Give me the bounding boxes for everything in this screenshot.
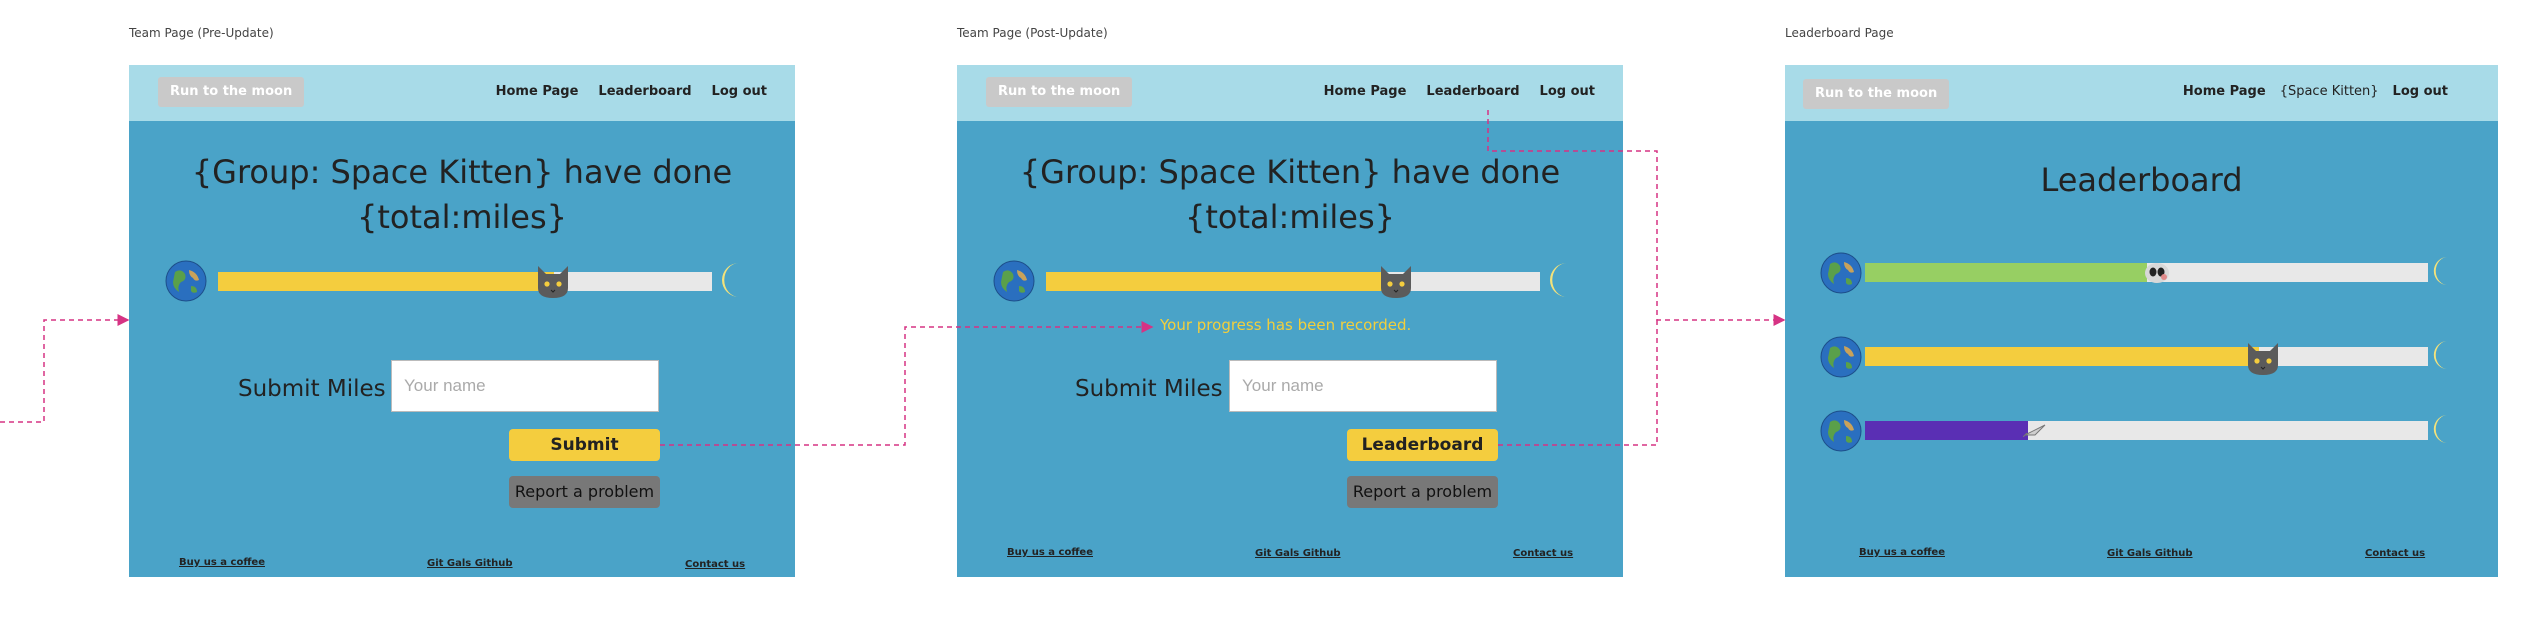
leaderboard-button[interactable]: Leaderboard: [1347, 429, 1498, 461]
team-progress-bar: [1046, 272, 1540, 291]
navbar: Run to the moon Home Page {Space Kitten}…: [1785, 65, 2498, 121]
moon-icon: [715, 261, 751, 299]
earth-icon: [165, 260, 207, 302]
report-problem-button[interactable]: Report a problem: [509, 476, 660, 508]
name-input[interactable]: [391, 360, 659, 412]
group-headline: {Group: Space Kitten} have done {total:m…: [957, 150, 1623, 240]
team-progress-bar: [1865, 421, 2428, 440]
earth-icon: [1820, 336, 1862, 378]
team-page-post-frame: Run to the moon Home Page Leaderboard Lo…: [957, 65, 1623, 577]
connector-into-pre: [0, 314, 130, 423]
earth-icon: [1820, 410, 1862, 452]
headline-line-1: {Group: Space Kitten} have done: [1019, 153, 1561, 191]
submit-miles-label: Submit Miles: [1075, 376, 1223, 402]
moon-icon: [2428, 412, 2464, 450]
footer-contact-link[interactable]: Contact us: [685, 559, 745, 570]
earth-icon: [993, 260, 1035, 302]
group-headline: {Group: Space Kitten} have done {total:m…: [129, 150, 795, 240]
nav-logout[interactable]: Log out: [1540, 84, 1595, 99]
moon-icon: [2428, 254, 2464, 292]
frame-label-pre: Team Page (Pre-Update): [129, 26, 274, 40]
name-input[interactable]: [1229, 360, 1497, 412]
leaderboard-title: Leaderboard: [2040, 161, 2243, 199]
nav-links: Home Page Leaderboard Log out: [1324, 84, 1595, 99]
team-progress-fill: [1865, 421, 2029, 440]
footer-github-link[interactable]: Git Gals Github: [427, 558, 513, 569]
brand-button[interactable]: Run to the moon: [158, 77, 305, 107]
brand-button[interactable]: Run to the moon: [1803, 79, 1950, 109]
frame-label-post: Team Page (Post-Update): [957, 26, 1108, 40]
team-progress-bar: [218, 272, 712, 291]
headline-line-2: {total:miles}: [357, 198, 567, 236]
rocket-icon: [2022, 421, 2047, 442]
footer-coffee-link[interactable]: Buy us a coffee: [179, 557, 265, 568]
footer-contact-link[interactable]: Contact us: [2365, 548, 2425, 559]
nav-logout[interactable]: Log out: [712, 84, 767, 99]
moon-icon: [2428, 338, 2464, 376]
nav-home[interactable]: Home Page: [2183, 84, 2266, 99]
footer-github-link[interactable]: Git Gals Github: [2107, 548, 2193, 559]
nav-logout[interactable]: Log out: [2393, 84, 2448, 99]
footer-github-link[interactable]: Git Gals Github: [1255, 548, 1341, 559]
footer-coffee-link[interactable]: Buy us a coffee: [1859, 547, 1945, 558]
submit-miles-label: Submit Miles: [238, 376, 386, 402]
alien-icon: [2144, 262, 2170, 289]
cat-icon: [534, 260, 572, 305]
team-page-pre-frame: Run to the moon Home Page Leaderboard Lo…: [129, 65, 795, 577]
nav-links: Home Page Leaderboard Log out: [496, 84, 767, 99]
moon-icon: [1543, 261, 1579, 299]
nav-group-name[interactable]: {Space Kitten}: [2280, 84, 2379, 99]
footer-coffee-link[interactable]: Buy us a coffee: [1007, 547, 1093, 558]
headline-line-2: {total:miles}: [1185, 198, 1395, 236]
nav-leaderboard[interactable]: Leaderboard: [1426, 84, 1519, 99]
nav-leaderboard[interactable]: Leaderboard: [598, 84, 691, 99]
nav-home[interactable]: Home Page: [1324, 84, 1407, 99]
team-progress-fill: [1046, 272, 1382, 291]
team-progress-fill: [218, 272, 554, 291]
cat-icon: [2244, 337, 2282, 382]
navbar: Run to the moon Home Page Leaderboard Lo…: [957, 65, 1623, 121]
footer-contact-link[interactable]: Contact us: [1513, 548, 1573, 559]
report-problem-button[interactable]: Report a problem: [1347, 476, 1498, 508]
submit-button[interactable]: Submit: [509, 429, 660, 461]
cat-icon: [1377, 260, 1415, 305]
headline-line-1: {Group: Space Kitten} have done: [191, 153, 733, 191]
brand-button[interactable]: Run to the moon: [986, 77, 1133, 107]
progress-recorded-message: Your progress has been recorded.: [1160, 316, 1412, 334]
nav-links: Home Page {Space Kitten} Log out: [2183, 84, 2448, 99]
earth-icon: [1820, 252, 1862, 294]
navbar: Run to the moon Home Page Leaderboard Lo…: [129, 65, 795, 121]
team-progress-bar: [1865, 347, 2428, 366]
frame-label-leaderboard: Leaderboard Page: [1785, 26, 1894, 40]
leaderboard-page-frame: Run to the moon Home Page {Space Kitten}…: [1785, 65, 2498, 577]
nav-home[interactable]: Home Page: [496, 84, 579, 99]
team-progress-fill: [1865, 347, 2260, 366]
team-progress-fill: [1865, 263, 2147, 282]
